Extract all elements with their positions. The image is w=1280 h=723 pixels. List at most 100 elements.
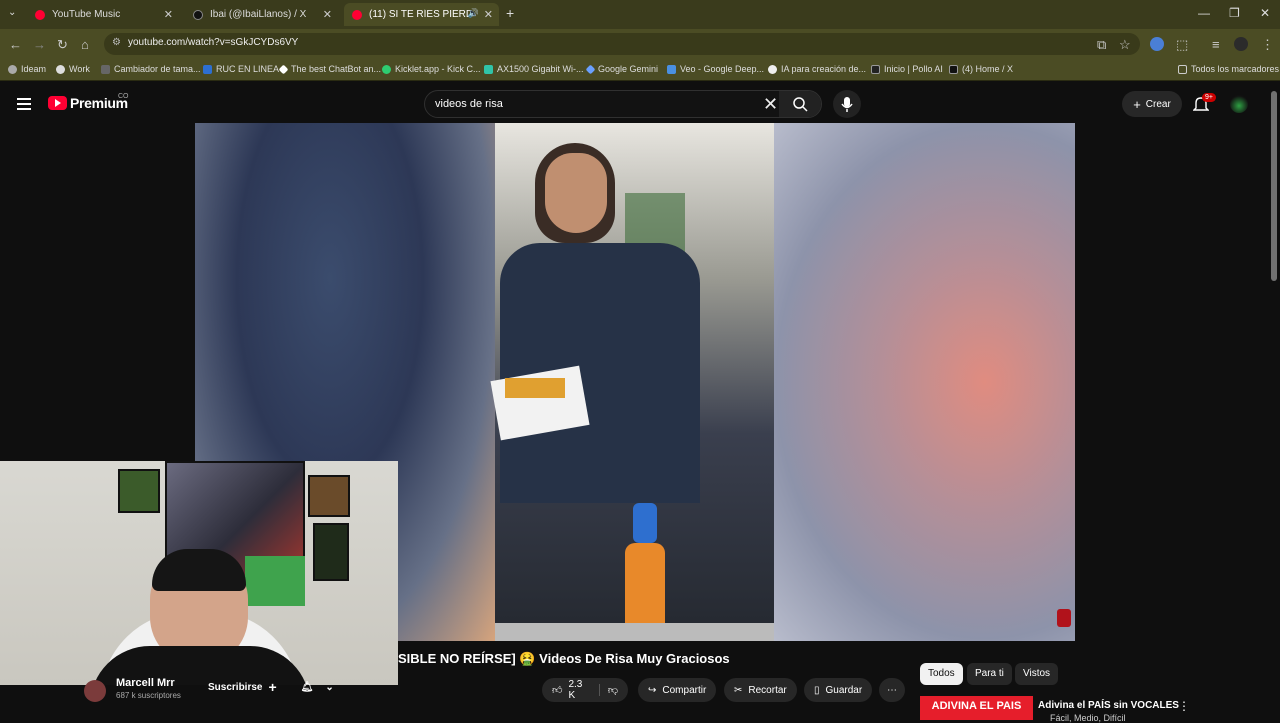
install-app-icon[interactable]: ⧉ xyxy=(1097,37,1106,53)
microphone-icon xyxy=(841,97,853,112)
account-avatar[interactable] xyxy=(1230,95,1248,113)
tab-x-ibai[interactable]: Ibai (@IbaiLlanos) / X ✕ xyxy=(185,3,338,26)
poster-image xyxy=(313,523,349,581)
streamer-webcam-overlay xyxy=(0,461,398,685)
youtube-premium-logo[interactable]: Premium CO xyxy=(48,93,129,111)
browser-tab-bar: ⌄ YouTube Music ✕ Ibai (@IbaiLlanos) / X… xyxy=(0,0,1280,29)
related-video-thumbnail[interactable]: ADIVINA EL PAIS xyxy=(920,696,1033,720)
chevron-down-icon[interactable]: ⌄ xyxy=(325,682,333,693)
search-input[interactable]: videos de risa xyxy=(435,98,503,110)
minimize-icon[interactable]: — xyxy=(1198,6,1210,20)
share-icon: ↪ xyxy=(648,684,657,696)
poster-image xyxy=(308,475,350,517)
bookmark-item[interactable]: Inicio | Pollo AI xyxy=(871,64,943,74)
poster-image xyxy=(118,469,160,513)
like-count[interactable]: 2.3 K xyxy=(568,679,582,701)
save-button[interactable]: ▯ Guardar xyxy=(804,678,873,702)
page-scrollbar[interactable] xyxy=(1271,91,1277,281)
media-control-icon[interactable]: ≡ xyxy=(1212,37,1220,52)
close-icon[interactable]: ✕ xyxy=(323,8,332,21)
subscriber-count: 687 k suscriptores xyxy=(116,691,181,700)
channel-watermark-icon[interactable] xyxy=(1057,609,1071,627)
menu-hamburger-icon[interactable] xyxy=(17,98,31,113)
share-label: Compartir xyxy=(662,684,707,696)
url-text: youtube.com/watch?v=sGkJCYDs6VY xyxy=(128,37,299,48)
maximize-icon[interactable]: ❐ xyxy=(1229,6,1240,20)
speaker-icon[interactable]: 🔊 xyxy=(468,8,479,19)
bookmark-icon: ▯ xyxy=(814,684,820,696)
bookmark-item[interactable]: Google Gemini xyxy=(585,64,658,74)
reload-icon[interactable]: ↻ xyxy=(57,37,68,53)
youtube-page: Premium CO videos de risa ✕ + Crear 9+ S… xyxy=(0,81,1280,723)
bookmark-item[interactable]: The best ChatBot an... xyxy=(278,64,381,74)
voice-search-button[interactable] xyxy=(833,90,861,118)
all-bookmarks-folder[interactable]: Todos los marcadores xyxy=(1178,64,1279,74)
youtube-music-icon xyxy=(35,9,45,20)
translate-extension-icon[interactable] xyxy=(1150,37,1164,51)
tab-label: YouTube Music xyxy=(52,9,121,20)
close-icon[interactable]: ✕ xyxy=(164,8,173,21)
bookmark-item[interactable]: RUC EN LINEA xyxy=(203,64,279,74)
forward-icon[interactable]: → xyxy=(33,37,46,52)
back-icon[interactable]: ← xyxy=(9,37,22,52)
close-window-icon[interactable]: ✕ xyxy=(1260,6,1270,20)
channel-name[interactable]: Marcell Mrr xyxy=(116,677,181,689)
new-tab-button[interactable]: + xyxy=(506,5,514,21)
tab-youtube-music[interactable]: YouTube Music ✕ xyxy=(27,3,179,26)
search-button[interactable] xyxy=(779,91,821,117)
address-toolbar: ← → ↻ ⌂ ⚙ youtube.com/watch?v=sGkJCYDs6V… xyxy=(0,29,1280,59)
clip-label: Recortar xyxy=(748,684,787,696)
bookmark-item[interactable]: AX1500 Gigabit Wi-... xyxy=(484,64,584,74)
tab-youtube-video[interactable]: (11) SI TE RÍES PIERDES NI 🔊 ✕ xyxy=(344,3,499,26)
like-dislike-group: 👍︎ 2.3 K 👎︎ xyxy=(542,678,628,702)
notification-badge: 9+ xyxy=(1202,93,1216,102)
bookmark-item[interactable]: IA para creación de... xyxy=(768,64,866,74)
bookmark-item[interactable]: Work xyxy=(56,64,90,74)
bookmarks-bar: Ideam Work Cambiador de tama... RUC EN L… xyxy=(0,59,1280,81)
menu-icon[interactable]: ⋮ xyxy=(1261,37,1274,53)
extensions-icon[interactable]: ⬚ xyxy=(1176,37,1188,53)
chip-para-ti[interactable]: Para ti xyxy=(967,663,1012,685)
bookmark-star-icon[interactable]: ☆ xyxy=(1119,37,1131,53)
search-box[interactable]: videos de risa ✕ xyxy=(424,90,822,118)
close-icon[interactable]: ✕ xyxy=(484,8,493,21)
beanie xyxy=(152,549,246,591)
home-icon[interactable]: ⌂ xyxy=(81,37,89,52)
tab-label: Ibai (@IbaiLlanos) / X xyxy=(210,9,307,20)
dislike-icon[interactable]: 👎︎ xyxy=(598,684,618,696)
clear-search-icon[interactable]: ✕ xyxy=(763,94,778,115)
bookmark-item[interactable]: Ideam xyxy=(8,64,46,74)
clip-button[interactable]: ✂ Recortar xyxy=(724,678,797,702)
tab-search-icon[interactable]: ⌄ xyxy=(8,7,16,18)
create-button[interactable]: + Crear xyxy=(1122,91,1182,117)
chip-todos[interactable]: Todos xyxy=(920,663,963,685)
more-actions-button[interactable]: ⋯ xyxy=(879,678,905,702)
related-video-subtitle: Fácil, Medio, Difícil xyxy=(1050,713,1126,723)
profile-icon[interactable] xyxy=(1234,37,1248,51)
channel-avatar[interactable] xyxy=(84,680,106,702)
related-more-icon[interactable]: ⋮ xyxy=(1178,699,1190,713)
decoration xyxy=(245,556,305,606)
notification-bell-icon[interactable]: 🔔︎ xyxy=(301,682,314,693)
video-title: SIBLE NO REÍRSE] 🤮 Videos De Risa Muy Gr… xyxy=(398,651,730,666)
like-icon[interactable]: 👍︎ xyxy=(552,684,562,696)
channel-info[interactable]: Marcell Mrr 687 k suscriptores xyxy=(116,677,181,700)
site-info-icon[interactable]: ⚙ xyxy=(112,37,121,48)
search-icon xyxy=(793,97,808,112)
video-frame xyxy=(490,123,774,641)
bookmark-item[interactable]: (4) Home / X xyxy=(949,64,1013,74)
related-video-title[interactable]: Adivina el PAÍS sin VOCALES xyxy=(1038,700,1179,711)
more-icon: ⋯ xyxy=(887,684,897,696)
tab-label: (11) SI TE RÍES PIERDES NI xyxy=(369,9,474,20)
share-button[interactable]: ↪ Compartir xyxy=(638,678,717,702)
create-label: Crear xyxy=(1145,98,1171,110)
x-logo-icon xyxy=(193,9,203,20)
chip-vistos[interactable]: Vistos xyxy=(1015,663,1059,685)
bookmark-item[interactable]: Kicklet.app - Kick C... xyxy=(382,64,481,74)
bookmark-item[interactable]: Veo - Google Deep... xyxy=(667,64,764,74)
bookmark-item[interactable]: Cambiador de tama... xyxy=(101,64,201,74)
address-bar[interactable]: ⚙ youtube.com/watch?v=sGkJCYDs6VY xyxy=(104,33,1140,55)
save-label: Guardar xyxy=(825,684,863,696)
plus-icon: + xyxy=(268,679,277,695)
subscribe-button[interactable]: Suscribirse + 🔔︎ ⌄ xyxy=(208,679,334,695)
